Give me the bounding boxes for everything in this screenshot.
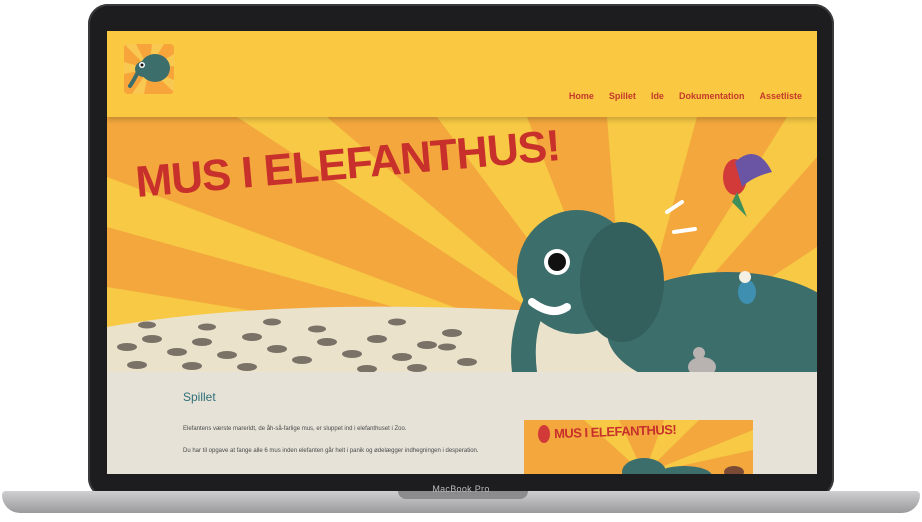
paragraph-intro: Elefantens værste mareridt, de åh-så-far… [183, 426, 407, 432]
content-section: Spillet Elefantens værste mareridt, de å… [107, 372, 817, 474]
paragraph-goal: Du har til opgave at fange alle 6 mus in… [183, 448, 479, 454]
browser-screen: Home Spillet Ide Dokumentation Assetlist… [107, 31, 817, 474]
nav-dokumentation[interactable]: Dokumentation [679, 91, 745, 101]
nav-assetliste[interactable]: Assetliste [759, 91, 802, 101]
device-label: MacBook Pro [432, 484, 490, 494]
main-nav: Home Spillet Ide Dokumentation Assetlist… [569, 91, 802, 101]
site-header: Home Spillet Ide Dokumentation Assetlist… [107, 31, 817, 117]
nav-spillet[interactable]: Spillet [609, 91, 636, 101]
hero-banner: MUS I ELEFANTHUS! [107, 117, 817, 372]
nav-home[interactable]: Home [569, 91, 594, 101]
section-heading: Spillet [183, 390, 216, 404]
elephant-logo-icon [124, 44, 174, 94]
laptop-mockup: Home Spillet Ide Dokumentation Assetlist… [0, 0, 922, 522]
laptop-base [2, 491, 920, 513]
nav-ide[interactable]: Ide [651, 91, 664, 101]
game-thumbnail[interactable]: MUS I ELEFANTHUS! [524, 420, 753, 474]
hero-illustration: MUS I ELEFANTHUS! [107, 117, 817, 372]
site-logo[interactable] [124, 44, 174, 94]
